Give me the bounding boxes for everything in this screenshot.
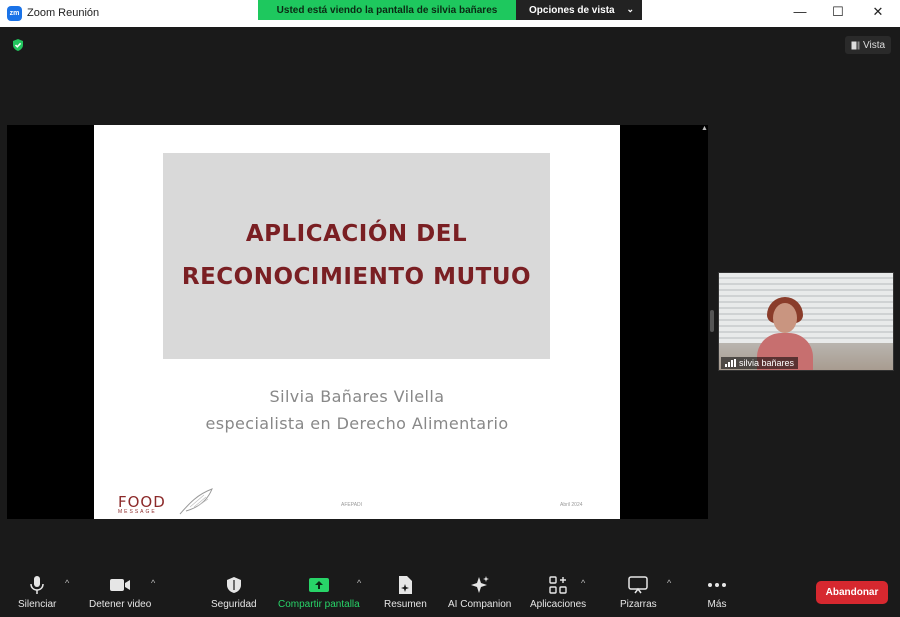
participant-video[interactable]: silvia bañares xyxy=(718,272,894,371)
more-label: Más xyxy=(707,599,727,610)
whiteboards-button[interactable]: Pizarras xyxy=(620,574,657,614)
whiteboards-options-caret[interactable]: ^ xyxy=(667,578,671,588)
meeting-toolbar: Silenciar ^ Detener video ^ Seguridad Co… xyxy=(0,566,900,617)
stop-video-label: Detener video xyxy=(89,599,152,610)
apps-button[interactable]: Aplicaciones xyxy=(530,574,586,614)
feather-icon xyxy=(179,488,213,515)
zoom-window: zm Zoom Reunión Usted está viendo la pan… xyxy=(0,0,900,617)
close-button[interactable]: ✕ xyxy=(868,4,888,20)
summary-button[interactable]: Resumen xyxy=(384,574,427,614)
window-title: Zoom Reunión xyxy=(27,7,100,19)
participant-face xyxy=(773,303,797,333)
food-message-logo-sub: MESSAGE xyxy=(118,509,157,515)
title-bar: zm Zoom Reunión Usted está viendo la pan… xyxy=(0,0,900,27)
slide-title-line-1: APLICACIÓN DEL xyxy=(245,221,468,247)
security-label: Seguridad xyxy=(211,599,257,610)
video-camera-icon xyxy=(110,579,131,591)
slide-title-line-2: RECONOCIMIENTO MUTUO xyxy=(181,264,532,290)
panel-resize-handle[interactable] xyxy=(710,310,714,332)
microphone-icon xyxy=(30,576,44,594)
view-layout-label: Vista xyxy=(863,39,886,51)
participant-name: silvia bañares xyxy=(739,358,795,368)
slide-title-box: APLICACIÓN DEL RECONOCIMIENTO MUTUO xyxy=(163,153,550,359)
leave-meeting-button[interactable]: Abandonar xyxy=(816,581,888,604)
slide-footer-center: AFEPADI xyxy=(341,502,363,508)
slide-footer-date: Abril 2024 xyxy=(560,502,583,508)
share-screen-label: Compartir pantalla xyxy=(278,599,360,610)
apps-label: Aplicaciones xyxy=(530,599,587,610)
slide-author-role: especialista en Derecho Alimentario xyxy=(205,414,509,433)
view-layout-button[interactable]: Vista xyxy=(845,36,891,54)
stop-video-button[interactable]: Detener video xyxy=(89,574,151,614)
security-button[interactable]: Seguridad xyxy=(211,574,257,614)
window-blinds-background xyxy=(719,273,893,343)
participant-name-tag: silvia bañares xyxy=(721,357,799,369)
view-options-label: Opciones de vista xyxy=(529,4,615,16)
ai-companion-label: AI Companion xyxy=(448,599,512,610)
mute-label: Silenciar xyxy=(18,599,57,610)
apps-options-caret[interactable]: ^ xyxy=(581,578,585,588)
apps-grid-icon xyxy=(549,576,567,594)
share-options-caret[interactable]: ^ xyxy=(357,578,361,588)
scroll-up-icon[interactable]: ▲ xyxy=(701,125,708,132)
signal-strength-icon xyxy=(725,359,736,367)
mute-options-caret[interactable]: ^ xyxy=(65,578,69,588)
summary-label: Resumen xyxy=(384,599,427,610)
mute-button[interactable]: Silenciar xyxy=(18,574,56,614)
maximize-button[interactable]: ☐ xyxy=(828,4,848,20)
whiteboards-label: Pizarras xyxy=(620,599,657,610)
ai-companion-button[interactable]: AI Companion xyxy=(448,574,511,614)
shield-check-icon[interactable] xyxy=(11,38,25,52)
security-shield-icon xyxy=(226,577,241,593)
summary-document-icon xyxy=(399,576,413,594)
chevron-down-icon: ⌄ xyxy=(626,4,634,14)
screen-share-banner: Usted está viendo la pantalla de silvia … xyxy=(258,0,516,20)
share-screen-icon xyxy=(308,578,329,592)
whiteboard-icon xyxy=(628,576,649,594)
more-button[interactable]: Más xyxy=(707,574,727,614)
zoom-logo-icon: zm xyxy=(7,6,22,21)
share-screen-button[interactable]: Compartir pantalla xyxy=(278,574,360,614)
layout-icon xyxy=(851,41,860,49)
slide-author: Silvia Bañares Vilella xyxy=(269,387,445,406)
video-options-caret[interactable]: ^ xyxy=(151,578,155,588)
minimize-button[interactable]: — xyxy=(790,4,810,19)
sparkle-icon xyxy=(470,576,489,593)
view-options-button[interactable]: Opciones de vista ⌄ xyxy=(516,0,642,20)
presentation-slide: APLICACIÓN DEL RECONOCIMIENTO MUTUO Silv… xyxy=(94,125,620,519)
more-dots-icon xyxy=(708,583,726,587)
